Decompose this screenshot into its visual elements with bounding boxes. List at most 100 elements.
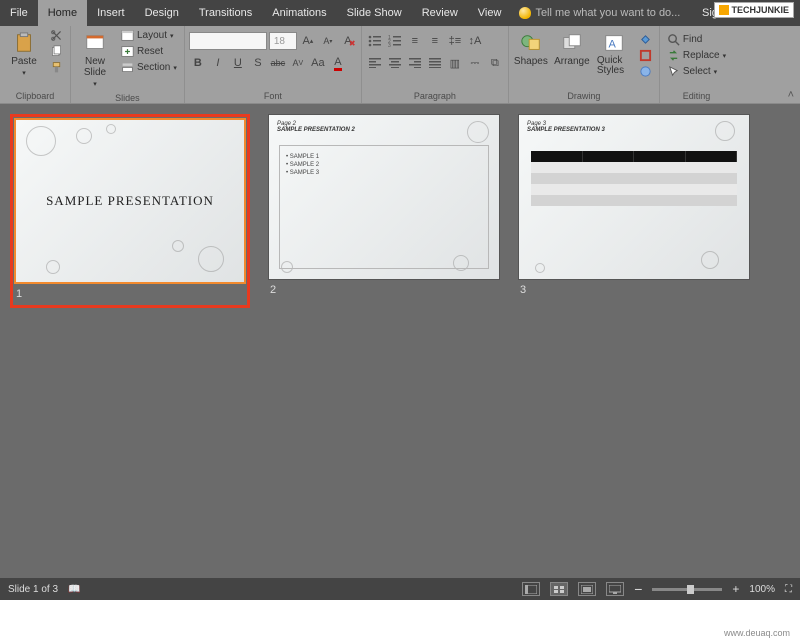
collapse-ribbon-button[interactable]: ˄	[788, 89, 794, 101]
shape-fill-button[interactable]	[636, 32, 655, 47]
layout-button[interactable]: Layout▾	[118, 28, 180, 43]
slide-number: 3	[518, 280, 750, 300]
italic-button[interactable]: I	[209, 54, 227, 72]
tab-file[interactable]: File	[0, 0, 38, 26]
shape-outline-button[interactable]	[636, 48, 655, 63]
group-label: Drawing	[513, 90, 655, 103]
slide2-title-text: SAMPLE PRESENTATION 2	[277, 127, 355, 133]
bullets-icon	[368, 35, 382, 47]
format-painter-button[interactable]	[47, 60, 66, 75]
sorter-view-button[interactable]	[550, 582, 568, 596]
zoom-in-button[interactable]: +	[732, 582, 739, 596]
slide-thumbnail-2[interactable]: Page 2 SAMPLE PRESENTATION 2 • SAMPLE 1 …	[268, 114, 500, 300]
group-drawing: Shapes Arrange A Quick Styles Drawing	[509, 26, 660, 103]
lightbulb-icon	[519, 7, 531, 19]
clear-formatting-button[interactable]: A✖	[339, 32, 357, 50]
status-bar: Slide 1 of 3 📖 − + 100% ⛶	[0, 578, 800, 600]
new-slide-button[interactable]: New Slide ▾	[75, 28, 115, 92]
zoom-value[interactable]: 100%	[749, 584, 775, 595]
increase-indent-button[interactable]: ≡	[426, 32, 444, 50]
justify-button[interactable]	[426, 54, 444, 72]
quick-styles-icon: A	[603, 32, 625, 54]
decrease-font-button[interactable]: A▾	[319, 32, 337, 50]
normal-view-button[interactable]	[522, 582, 540, 596]
svg-text:A: A	[608, 39, 616, 51]
tab-view[interactable]: View	[468, 0, 512, 26]
group-label: Clipboard	[4, 90, 66, 103]
copy-icon	[50, 45, 63, 58]
zoom-out-button[interactable]: −	[634, 581, 642, 597]
zoom-slider[interactable]	[652, 588, 722, 591]
bullets-button[interactable]	[366, 32, 384, 50]
shapes-icon	[520, 32, 542, 54]
replace-icon	[667, 49, 680, 62]
powerpoint-window: File Home Insert Design Transitions Anim…	[0, 0, 800, 600]
columns-button[interactable]: ▥	[446, 54, 464, 72]
slide3-table	[531, 151, 737, 206]
spellcheck-icon[interactable]: 📖	[68, 584, 80, 595]
paste-button[interactable]: Paste ▾	[4, 28, 44, 81]
arrange-button[interactable]: Arrange	[552, 28, 592, 71]
outline-icon	[639, 49, 652, 62]
tab-design[interactable]: Design	[135, 0, 189, 26]
reset-icon	[121, 45, 134, 58]
tell-me-search[interactable]: Tell me what you want to do...	[511, 0, 692, 26]
smartart-button[interactable]: ⧉	[486, 54, 504, 72]
group-editing: Find Replace▾ Select▾ Editing	[660, 26, 733, 103]
reading-view-button[interactable]	[578, 582, 596, 596]
slide-number: 1	[14, 284, 246, 304]
tab-insert[interactable]: Insert	[87, 0, 135, 26]
bold-button[interactable]: B	[189, 54, 207, 72]
numbering-button[interactable]: 123	[386, 32, 404, 50]
chevron-down-icon: ▾	[22, 69, 26, 77]
group-slides: New Slide ▾ Layout▾ Reset Section▾	[71, 26, 185, 103]
slideshow-view-button[interactable]	[606, 582, 624, 596]
char-spacing-button[interactable]: AV	[289, 54, 307, 72]
shape-effects-button[interactable]	[636, 64, 655, 79]
group-label: Paragraph	[366, 90, 504, 103]
copy-button[interactable]	[47, 44, 66, 59]
group-label: Editing	[664, 90, 729, 103]
group-paragraph: 123 ≡ ≡ ‡≡ ↕A ▥ ⎓ ⧉ Paragraph	[362, 26, 509, 103]
quick-styles-button[interactable]: A Quick Styles	[595, 28, 633, 80]
tab-transitions[interactable]: Transitions	[189, 0, 262, 26]
align-left-button[interactable]	[366, 54, 384, 72]
tab-review[interactable]: Review	[412, 0, 468, 26]
search-icon	[667, 33, 680, 46]
font-color-button[interactable]: A	[329, 54, 347, 72]
slide-thumbnail-3[interactable]: Page 3 SAMPLE PRESENTATION 3 3	[518, 114, 750, 300]
slide-thumbnail-1[interactable]: SAMPLE PRESENTATION 1	[10, 114, 250, 308]
shadow-button[interactable]: S	[249, 54, 267, 72]
new-slide-icon	[84, 32, 106, 54]
tab-slideshow[interactable]: Slide Show	[337, 0, 412, 26]
font-name-select[interactable]	[189, 32, 267, 50]
tab-home[interactable]: Home	[38, 0, 87, 26]
font-size-select[interactable]: 18	[269, 32, 297, 50]
find-button[interactable]: Find	[664, 32, 729, 47]
menu-bar: File Home Insert Design Transitions Anim…	[0, 0, 800, 26]
select-button[interactable]: Select▾	[664, 64, 729, 79]
fit-to-window-button[interactable]: ⛶	[785, 584, 792, 595]
tab-animations[interactable]: Animations	[262, 0, 336, 26]
shapes-button[interactable]: Shapes	[513, 28, 549, 71]
align-text-button[interactable]: ⎓	[466, 54, 484, 72]
strikethrough-button[interactable]: abc	[269, 54, 287, 72]
fill-icon	[639, 33, 652, 46]
text-direction-button[interactable]: ↕A	[466, 32, 484, 50]
paste-icon	[13, 32, 35, 54]
section-button[interactable]: Section▾	[118, 60, 180, 75]
cut-button[interactable]	[47, 28, 66, 43]
slide-sorter-view[interactable]: SAMPLE PRESENTATION 1 Page 2 SAMPLE PRES…	[0, 104, 800, 578]
line-spacing-button[interactable]: ‡≡	[446, 32, 464, 50]
decrease-indent-button[interactable]: ≡	[406, 32, 424, 50]
change-case-button[interactable]: Aa	[309, 54, 327, 72]
slide-title-text: SAMPLE PRESENTATION	[16, 193, 244, 209]
underline-button[interactable]: U	[229, 54, 247, 72]
align-right-button[interactable]	[406, 54, 424, 72]
align-center-button[interactable]	[386, 54, 404, 72]
replace-button[interactable]: Replace▾	[664, 48, 729, 63]
increase-font-button[interactable]: A▴	[299, 32, 317, 50]
group-font: 18 A▴ A▾ A✖ B I U S abc AV Aa A Font	[185, 26, 362, 103]
reset-button[interactable]: Reset	[118, 44, 180, 59]
cursor-icon	[667, 65, 680, 78]
